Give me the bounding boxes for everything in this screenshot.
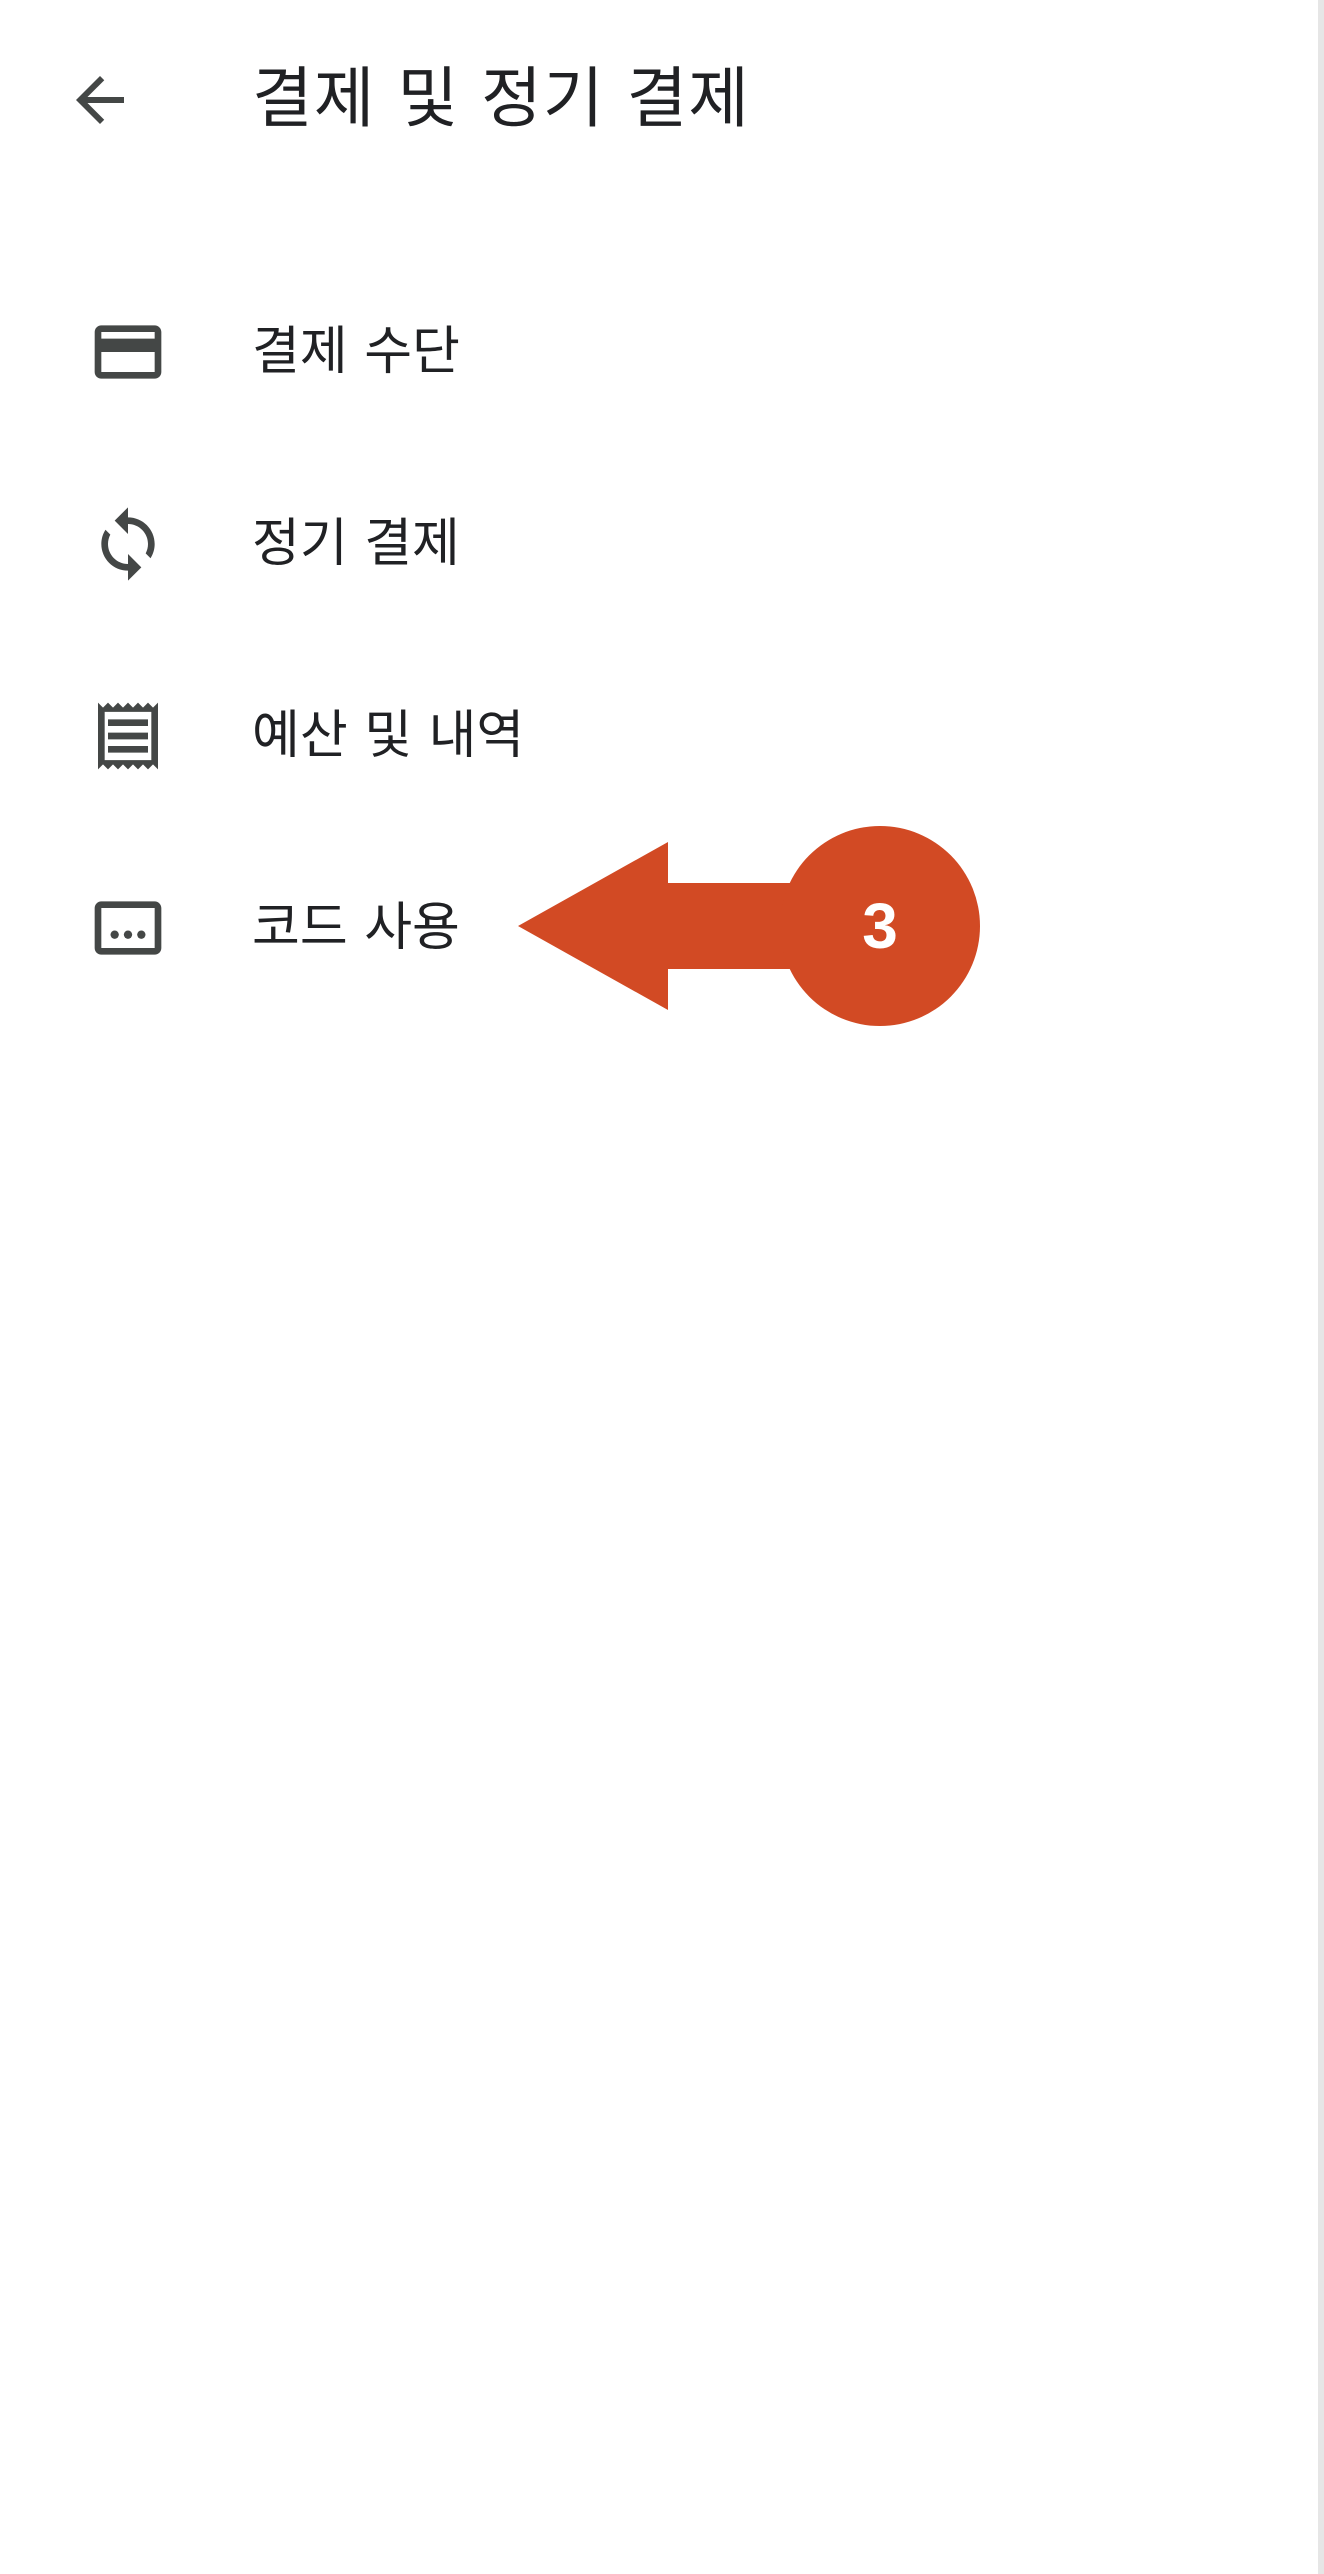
receipt-icon [80,688,176,784]
app-bar: 결제 및 정기 결제 [0,0,1318,200]
back-button[interactable] [52,52,148,148]
payments-subscriptions-screen: 결제 및 정기 결제 결제 수단 정기 결제 예산 및 내역 코드 사용 3 [0,0,1318,2574]
menu-item-label: 정기 결제 [252,514,460,574]
arrow-back-icon [76,76,124,124]
menu-item-subscriptions[interactable]: 정기 결제 [0,448,1318,640]
menu-item-label: 코드 사용 [252,898,460,958]
arrow-pointer-icon [518,826,980,1026]
menu-item-label: 예산 및 내역 [252,706,525,766]
credit-card-icon [80,304,176,400]
page-title: 결제 및 정기 결제 [252,60,750,137]
screen-edge [1318,0,1324,2574]
step-callout-arrow: 3 [518,826,980,1026]
menu-item-budget-history[interactable]: 예산 및 내역 [0,640,1318,832]
menu-item-payment-methods[interactable]: 결제 수단 [0,256,1318,448]
menu-item-label: 결제 수단 [252,322,460,382]
sync-icon [80,496,176,592]
redeem-code-icon [80,880,176,976]
